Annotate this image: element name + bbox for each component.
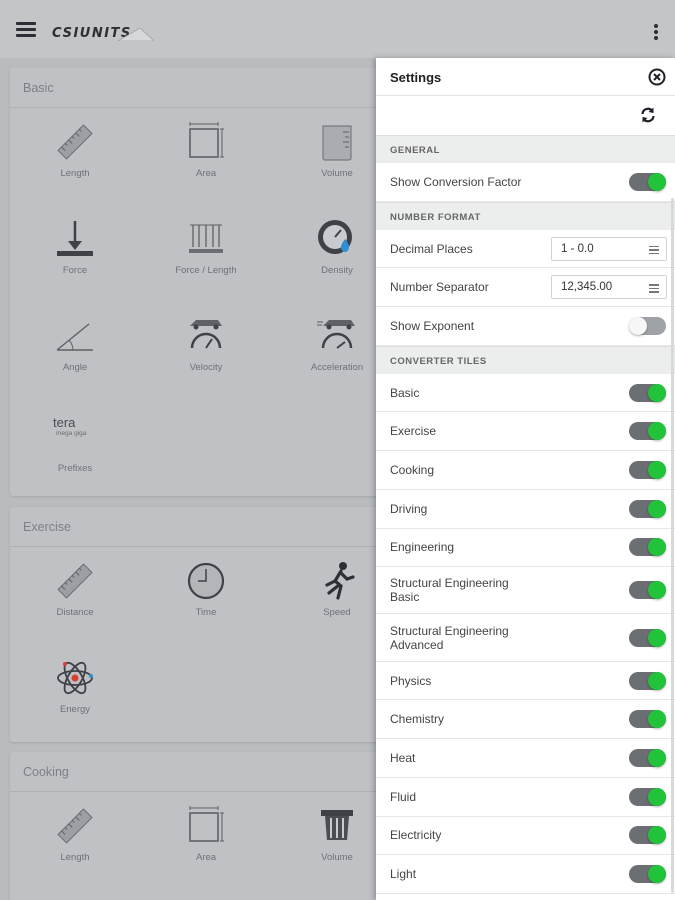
- section-general: GENERAL: [376, 135, 675, 163]
- tile-angle[interactable]: Angle: [15, 314, 135, 373]
- cooking-volume-icon: [321, 810, 353, 840]
- toggle-tile-basic[interactable]: [629, 383, 666, 402]
- card-exercise: Exercise Distance Time Speed Energy: [10, 507, 390, 742]
- number-separator-select[interactable]: 12,345.00: [551, 275, 667, 300]
- refresh-icon[interactable]: [639, 106, 657, 124]
- clock-icon: [187, 562, 225, 600]
- tile-distance[interactable]: Distance: [15, 559, 135, 618]
- setting-tile-light: Light: [376, 855, 675, 894]
- tile-energy[interactable]: Energy: [15, 656, 135, 715]
- tile-length[interactable]: Length: [15, 120, 135, 179]
- tile-volume[interactable]: Volume: [277, 120, 390, 179]
- angle-icon: [56, 323, 93, 351]
- list-icon: [649, 245, 659, 257]
- car-speedometer-icon: [190, 320, 222, 349]
- settings-title: Settings: [390, 70, 442, 85]
- settings-header: Settings: [376, 58, 675, 96]
- app-bar: CSIUNITS: [0, 0, 675, 58]
- tile-velocity[interactable]: Velocity: [146, 314, 266, 373]
- area-icon: [189, 806, 224, 842]
- tile-speed[interactable]: Speed: [277, 559, 390, 618]
- toggle-tile-engineering[interactable]: [629, 538, 666, 557]
- setting-tile-chemistry: Chemistry: [376, 700, 675, 740]
- setting-show-conversion-factor: Show Conversion Factor: [376, 163, 675, 202]
- settings-list: GENERAL Show Conversion Factor NUMBER FO…: [376, 135, 675, 894]
- tile-force[interactable]: Force: [15, 217, 135, 276]
- card-title: Basic: [10, 68, 390, 108]
- menu-icon[interactable]: [16, 22, 36, 38]
- ruler-icon: [57, 563, 93, 599]
- toggle-tile-physics[interactable]: [629, 671, 666, 690]
- ruler-icon: [57, 808, 93, 844]
- tile-volume[interactable]: Volume: [277, 804, 390, 863]
- setting-tile-physics: Physics: [376, 662, 675, 701]
- setting-tile-fluid: Fluid: [376, 778, 675, 817]
- tile-area[interactable]: Area: [146, 804, 266, 863]
- tile-acceleration[interactable]: Acceleration: [277, 314, 390, 373]
- setting-decimal-places: Decimal Places 1 - 0.0: [376, 230, 675, 269]
- toggle-tile-light[interactable]: [629, 865, 666, 884]
- list-icon: [649, 284, 659, 295]
- settings-panel: Settings GENERAL Show Conversion Factor …: [376, 58, 675, 900]
- toggle-show-exponent[interactable]: [629, 316, 666, 335]
- setting-tile-engineering: Engineering: [376, 529, 675, 568]
- toggle-tile-structural-engineering-advanced[interactable]: [629, 628, 666, 647]
- toggle-tile-chemistry[interactable]: [629, 710, 666, 729]
- toggle-tile-cooking[interactable]: [629, 460, 666, 479]
- card-title: Cooking: [10, 752, 390, 792]
- scrollbar[interactable]: [671, 198, 674, 893]
- section-number-format: NUMBER FORMAT: [376, 201, 675, 230]
- setting-tile-structural-engineering-advanced: Structural Engineering Advanced: [376, 614, 675, 662]
- runner-icon: [325, 562, 355, 600]
- atom-icon: [57, 661, 93, 695]
- setting-tile-structural-engineering-basic: Structural Engineering Basic: [376, 567, 675, 615]
- setting-tile-cooking: Cooking: [376, 451, 675, 490]
- tile-area[interactable]: Area: [146, 120, 266, 179]
- tile-length[interactable]: Length: [15, 804, 135, 863]
- tile-density[interactable]: Density: [277, 217, 390, 276]
- card-basic: Basic Length Area Volume Force Force / L…: [10, 68, 390, 496]
- force-arrow-icon: [57, 221, 93, 256]
- toggle-tile-fluid[interactable]: [629, 787, 666, 806]
- setting-tile-driving: Driving: [376, 490, 675, 529]
- prefixes-icon: tera mega giga: [53, 415, 87, 437]
- tile-prefixes[interactable]: tera mega giga Prefixes: [15, 411, 135, 474]
- card-title: Exercise: [10, 507, 390, 547]
- close-icon[interactable]: [648, 68, 666, 86]
- toggle-tile-exercise[interactable]: [629, 422, 666, 441]
- more-options-icon[interactable]: [652, 24, 660, 42]
- toggle-show-conversion-factor[interactable]: [629, 172, 666, 191]
- tile-time[interactable]: Time: [146, 559, 266, 618]
- density-gauge-icon: [318, 220, 352, 254]
- setting-tile-heat: Heat: [376, 739, 675, 778]
- setting-show-exponent: Show Exponent: [376, 307, 675, 346]
- distributed-load-icon: [189, 224, 223, 253]
- toggle-tile-driving[interactable]: [629, 499, 666, 518]
- section-converter-tiles: CONVERTER TILES: [376, 345, 675, 374]
- decimal-places-select[interactable]: 1 - 0.0: [551, 236, 667, 261]
- area-icon: [189, 122, 224, 158]
- tile-force-length[interactable]: Force / Length: [146, 217, 266, 276]
- card-cooking: Cooking Length Area Volume: [10, 752, 390, 900]
- setting-tile-exercise: Exercise: [376, 412, 675, 452]
- setting-tile-electricity: Electricity: [376, 817, 675, 856]
- toggle-tile-heat[interactable]: [629, 749, 666, 767]
- ruler-icon: [57, 124, 93, 160]
- setting-tile-basic: Basic: [376, 374, 675, 413]
- setting-number-separator: Number Separator 12,345.00: [376, 268, 675, 308]
- toggle-tile-structural-engineering-basic[interactable]: [629, 581, 666, 600]
- beaker-icon: [322, 125, 352, 161]
- logo-triangle-icon: [118, 28, 154, 41]
- car-accelerating-icon: [317, 320, 355, 349]
- toggle-tile-electricity[interactable]: [629, 826, 666, 845]
